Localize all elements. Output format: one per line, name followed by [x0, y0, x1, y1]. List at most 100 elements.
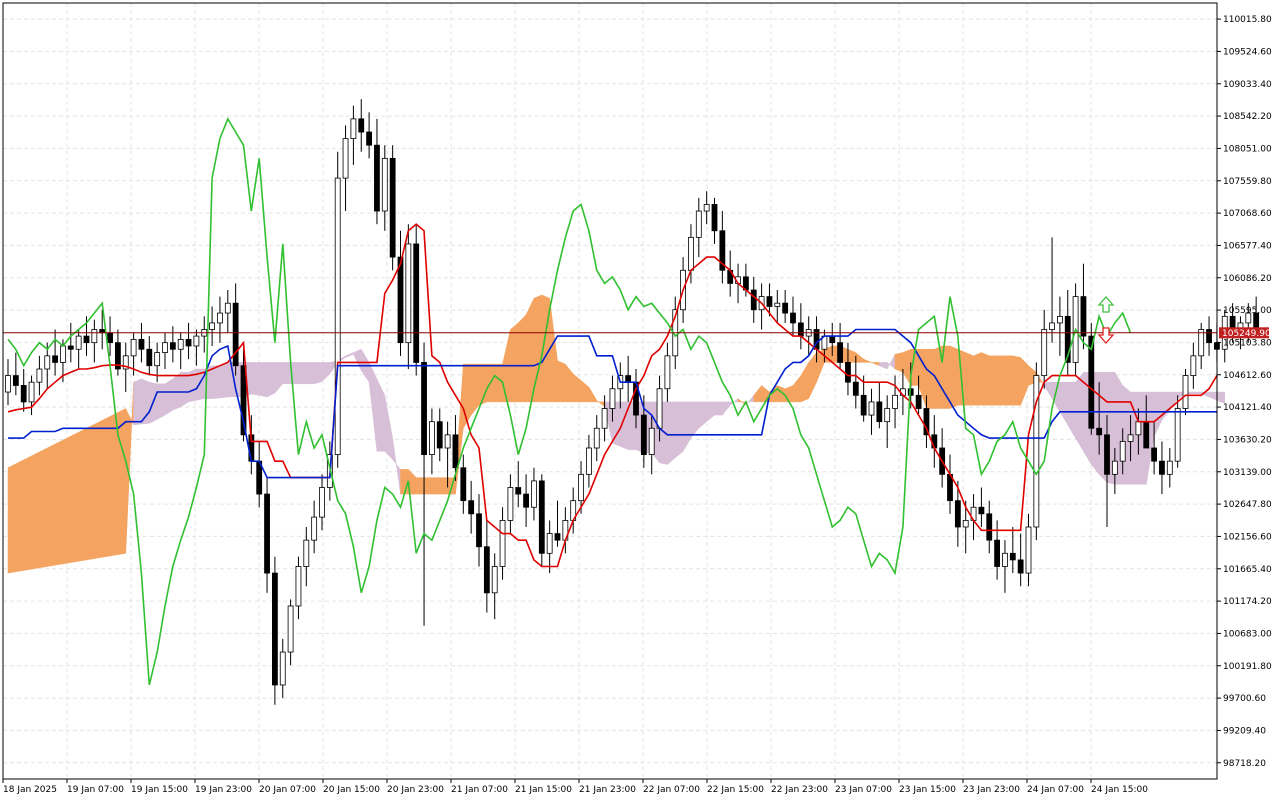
- candle-body: [876, 401, 883, 423]
- candle-body: [162, 342, 168, 353]
- candle-body: [1049, 322, 1055, 330]
- candle-body: [217, 312, 223, 324]
- candle-body: [703, 204, 710, 212]
- kumo-segment: [62, 435, 72, 565]
- candle-body: [507, 487, 514, 521]
- candle-body: [52, 355, 58, 363]
- candle-body: [1096, 427, 1103, 436]
- y-tick-label: 102647.80: [1223, 500, 1272, 510]
- candle-body: [664, 355, 671, 390]
- kumo-segment: [965, 352, 974, 406]
- kumo-segment: [266, 362, 276, 398]
- y-tick-label: 106086.20: [1223, 274, 1272, 284]
- candle-body: [491, 566, 498, 594]
- candle-body: [413, 243, 420, 363]
- x-tick-label: 19 Jan 23:00: [195, 785, 252, 795]
- candle-body: [36, 368, 43, 383]
- kumo-segment: [973, 352, 982, 406]
- x-tick-label: 19 Jan 07:00: [67, 785, 124, 795]
- candle-body: [20, 385, 27, 403]
- candle-body: [421, 362, 427, 455]
- candle-body: [224, 302, 231, 314]
- x-tick-label: 23 Jan 23:00: [963, 785, 1020, 795]
- y-tick-label: 100683.00: [1223, 629, 1272, 639]
- candle-body: [177, 338, 184, 350]
- candle-body: [1135, 421, 1142, 436]
- x-tick-label: 22 Jan 23:00: [771, 785, 828, 795]
- candle-body: [994, 539, 1000, 567]
- kumo-segment: [400, 469, 409, 495]
- candle-body: [1017, 559, 1024, 574]
- y-tick-label: 105595.00: [1223, 306, 1272, 316]
- candle-body: [1025, 526, 1032, 574]
- y-tick-label: 102156.60: [1223, 532, 1272, 542]
- y-tick-label: 104612.60: [1223, 371, 1272, 381]
- kumo-segment: [156, 383, 166, 420]
- candle-body: [1009, 552, 1016, 561]
- candle-body: [279, 651, 286, 686]
- y-tick-label: 107559.80: [1223, 177, 1272, 187]
- kumo-segment: [94, 419, 103, 559]
- candle-body: [5, 375, 11, 393]
- x-tick-label: 24 Jan 07:00: [1027, 785, 1084, 795]
- x-tick-label: 20 Jan 23:00: [387, 785, 444, 795]
- candle-body: [790, 312, 796, 324]
- kumo-segment: [949, 345, 959, 409]
- candle-body: [1174, 408, 1181, 462]
- y-tick-label: 103139.00: [1223, 468, 1272, 478]
- kumo-segment: [557, 360, 566, 403]
- candle-body: [366, 131, 373, 146]
- x-tick-label: 20 Jan 15:00: [323, 785, 380, 795]
- candle-body: [169, 342, 176, 350]
- x-tick-label: 18 Jan 2025: [3, 785, 57, 795]
- candle-body: [1002, 552, 1008, 567]
- kumo-segment: [423, 477, 433, 495]
- candle-body: [538, 480, 545, 554]
- candle-body: [1159, 460, 1165, 475]
- candle-body: [766, 296, 773, 307]
- kumo-segment: [894, 352, 904, 373]
- candle-body: [750, 289, 757, 311]
- candle-body: [1041, 329, 1048, 376]
- kumo-segment: [219, 362, 229, 399]
- candle-body: [444, 434, 451, 449]
- candle-body: [334, 177, 341, 455]
- kumo-segment: [109, 412, 119, 557]
- kumo-segment: [981, 352, 990, 406]
- kumo-segment: [415, 477, 425, 495]
- candle-body: [75, 335, 82, 350]
- candle-body: [892, 394, 898, 409]
- kumo-segment: [86, 423, 95, 561]
- candle-body: [546, 533, 553, 554]
- candle-body: [986, 513, 993, 541]
- candle-body: [711, 204, 718, 232]
- kumo-segment: [298, 362, 307, 385]
- kumo-segment: [39, 447, 48, 569]
- candle-body: [428, 421, 435, 455]
- kumo-segment: [989, 355, 998, 406]
- candle-body: [837, 342, 843, 363]
- y-tick-label: 101665.40: [1223, 565, 1272, 575]
- candle-body: [774, 302, 781, 307]
- candle-body: [67, 345, 74, 350]
- kumo-segment: [54, 439, 64, 566]
- candle-body: [797, 322, 804, 337]
- candle-body: [884, 408, 891, 423]
- candle-body: [107, 332, 113, 344]
- candle-body: [648, 427, 655, 455]
- candle-body: [311, 516, 318, 541]
- candle-body: [154, 352, 161, 367]
- kumo-segment: [23, 455, 32, 571]
- candle-body: [915, 394, 922, 409]
- candle-body: [578, 473, 584, 502]
- y-tick-label: 107068.60: [1223, 209, 1272, 219]
- kumo-segment: [926, 349, 935, 409]
- candle-body: [1143, 421, 1150, 449]
- candle-body: [295, 566, 302, 607]
- y-tick-label: 110015.80: [1223, 15, 1272, 25]
- candle-body: [264, 493, 270, 574]
- kumo-segment: [7, 463, 17, 574]
- candle-body: [782, 302, 789, 314]
- y-tick-label: 101174.20: [1223, 597, 1272, 607]
- candle-body: [978, 506, 985, 515]
